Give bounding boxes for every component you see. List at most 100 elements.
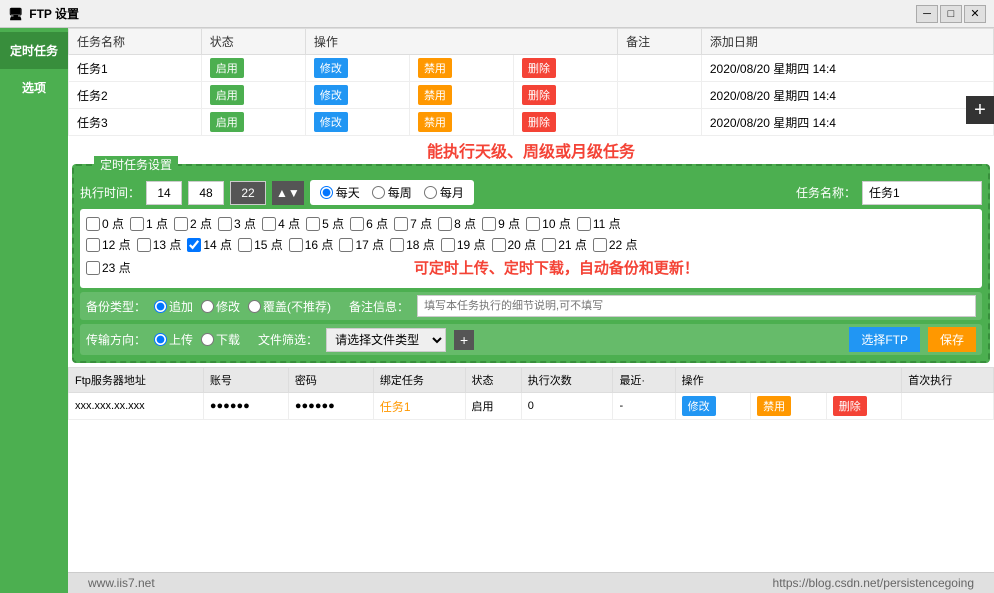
modify-btn[interactable]: 修改 xyxy=(314,85,348,105)
add-filter-button[interactable]: + xyxy=(454,330,474,350)
hour-item-19: 19 点 xyxy=(441,236,486,253)
minute-input[interactable] xyxy=(188,181,224,205)
hour-checkbox-14[interactable] xyxy=(187,238,201,252)
hour-checkbox-12[interactable] xyxy=(86,238,100,252)
disable-btn[interactable]: 禁用 xyxy=(418,58,452,78)
hour-checkbox-9[interactable] xyxy=(482,217,496,231)
col-operation: 操作 xyxy=(305,29,617,55)
hour-checkbox-13[interactable] xyxy=(137,238,151,252)
disable-btn[interactable]: 禁用 xyxy=(418,85,452,105)
hour-item-12: 12 点 xyxy=(86,236,131,253)
frequency-radio-group: 每天 每周 每月 xyxy=(310,180,474,205)
hour-item-0: 0 点 xyxy=(86,215,124,232)
hour-item-7: 7 点 xyxy=(394,215,432,232)
task-note-cell xyxy=(618,109,702,136)
task-status-cell: 启用 xyxy=(201,82,305,109)
task-name-cell: 任务2 xyxy=(69,82,202,109)
hour-checkbox-10[interactable] xyxy=(526,217,540,231)
col-add-date: 添加日期 xyxy=(701,29,993,55)
ftp-disable-btn[interactable]: 禁用 xyxy=(757,396,791,416)
radio-overwrite[interactable]: 覆盖(不推荐) xyxy=(248,298,331,315)
hours-row-2: 12 点 13 点 14 点 15 点 16 点 17 点 18 点 19 点 … xyxy=(86,236,976,253)
delete-btn[interactable]: 删除 xyxy=(522,112,556,132)
hour-checkbox-5[interactable] xyxy=(306,217,320,231)
maximize-button[interactable]: □ xyxy=(940,5,962,23)
radio-append[interactable]: 追加 xyxy=(154,298,193,315)
hour-item-10: 10 点 xyxy=(526,215,571,232)
save-button[interactable]: 保存 xyxy=(928,327,976,352)
add-task-button[interactable]: + xyxy=(966,96,994,124)
time-spinner[interactable]: ▲▼ xyxy=(272,181,304,205)
watermark-bar: www.iis7.net https://blog.csdn.net/persi… xyxy=(68,572,994,593)
main-layout: 定时任务 选项 任务名称 状态 操作 备注 添加日期 xyxy=(0,28,994,593)
radio-every-week[interactable]: 每周 xyxy=(372,184,412,201)
task-disable-cell: 禁用 xyxy=(409,55,513,82)
hour-item-18: 18 点 xyxy=(390,236,435,253)
sidebar-item-scheduled-tasks[interactable]: 定时任务 xyxy=(0,32,68,69)
hour-checkbox-7[interactable] xyxy=(394,217,408,231)
task-date-cell: 2020/08/20 星期四 14:4 xyxy=(701,55,993,82)
hour-checkbox-2[interactable] xyxy=(174,217,188,231)
close-button[interactable]: ✕ xyxy=(964,5,986,23)
hours-row-3: 23 点 可定时上传、定时下载，自动备份和更新！ xyxy=(86,257,976,278)
hour-item-20: 20 点 xyxy=(492,236,537,253)
minimize-button[interactable]: ─ xyxy=(916,5,938,23)
table-row: 任务3 启用 修改 禁用 删除 2020/08/20 星期四 14:4 xyxy=(69,109,994,136)
hour-checkbox-0[interactable] xyxy=(86,217,100,231)
disable-btn[interactable]: 禁用 xyxy=(418,112,452,132)
hour-checkbox-21[interactable] xyxy=(542,238,556,252)
delete-btn[interactable]: 删除 xyxy=(522,58,556,78)
hour-item-21: 21 点 xyxy=(542,236,587,253)
ftp-modify-btn[interactable]: 修改 xyxy=(682,396,716,416)
hour-checkbox-20[interactable] xyxy=(492,238,506,252)
hour-item-4: 4 点 xyxy=(262,215,300,232)
col-task-name: 任务名称 xyxy=(69,29,202,55)
hour-checkbox-16[interactable] xyxy=(289,238,303,252)
hour-input[interactable] xyxy=(146,181,182,205)
hour-checkbox-23[interactable] xyxy=(86,261,100,275)
hour-checkbox-8[interactable] xyxy=(438,217,452,231)
hour-item-16: 16 点 xyxy=(289,236,334,253)
radio-every-month[interactable]: 每月 xyxy=(424,184,464,201)
hours-row-1: 0 点 1 点 2 点 3 点 4 点 5 点 6 点 7 点 8 点 9 点 … xyxy=(86,215,976,232)
radio-every-day[interactable]: 每天 xyxy=(320,184,360,201)
radio-upload[interactable]: 上传 xyxy=(154,331,193,348)
enable-btn[interactable]: 启用 xyxy=(210,112,244,132)
enable-btn[interactable]: 启用 xyxy=(210,58,244,78)
enable-btn[interactable]: 启用 xyxy=(210,85,244,105)
hour-checkbox-6[interactable] xyxy=(350,217,364,231)
hour-checkbox-17[interactable] xyxy=(339,238,353,252)
note-input[interactable] xyxy=(417,295,976,317)
hour-checkbox-18[interactable] xyxy=(390,238,404,252)
hour-checkbox-15[interactable] xyxy=(238,238,252,252)
hour-checkbox-3[interactable] xyxy=(218,217,232,231)
hour-checkbox-11[interactable] xyxy=(577,217,591,231)
file-filter-select[interactable]: 请选择文件类型 xyxy=(326,328,446,352)
task-name-input[interactable] xyxy=(862,181,982,205)
hour-checkbox-4[interactable] xyxy=(262,217,276,231)
modify-btn[interactable]: 修改 xyxy=(314,112,348,132)
window-controls: ─ □ ✕ xyxy=(916,5,986,23)
config-row-time: 执行时间： ▲▼ 每天 每周 每月 xyxy=(80,180,982,205)
hour-checkbox-1[interactable] xyxy=(130,217,144,231)
modify-btn[interactable]: 修改 xyxy=(314,58,348,78)
radio-download[interactable]: 下载 xyxy=(201,331,240,348)
task-status-cell: 启用 xyxy=(201,109,305,136)
hour-checkbox-19[interactable] xyxy=(441,238,455,252)
sidebar-item-options[interactable]: 选项 xyxy=(0,69,68,106)
radio-modify[interactable]: 修改 xyxy=(201,298,240,315)
direction-row: 传输方向： 上传 下载 文件筛选： 请选择文件类型 + 选择FTP 保存 xyxy=(80,324,982,355)
hour-checkbox-22[interactable] xyxy=(593,238,607,252)
delete-btn[interactable]: 删除 xyxy=(522,85,556,105)
second-input[interactable] xyxy=(230,181,266,205)
task-note-cell xyxy=(618,82,702,109)
ftp-account: ●●●●●● xyxy=(203,393,288,420)
hour-item-15: 15 点 xyxy=(238,236,283,253)
table-row: 任务2 启用 修改 禁用 删除 2020/08/20 星期四 14:4 xyxy=(69,82,994,109)
select-ftp-button[interactable]: 选择FTP xyxy=(849,327,920,352)
task-modify-cell: 修改 xyxy=(305,55,409,82)
task-status-cell: 启用 xyxy=(201,55,305,82)
ftp-first-exec xyxy=(902,393,994,420)
ftp-delete-btn[interactable]: 删除 xyxy=(833,396,867,416)
watermark-left: www.iis7.net xyxy=(88,576,155,590)
